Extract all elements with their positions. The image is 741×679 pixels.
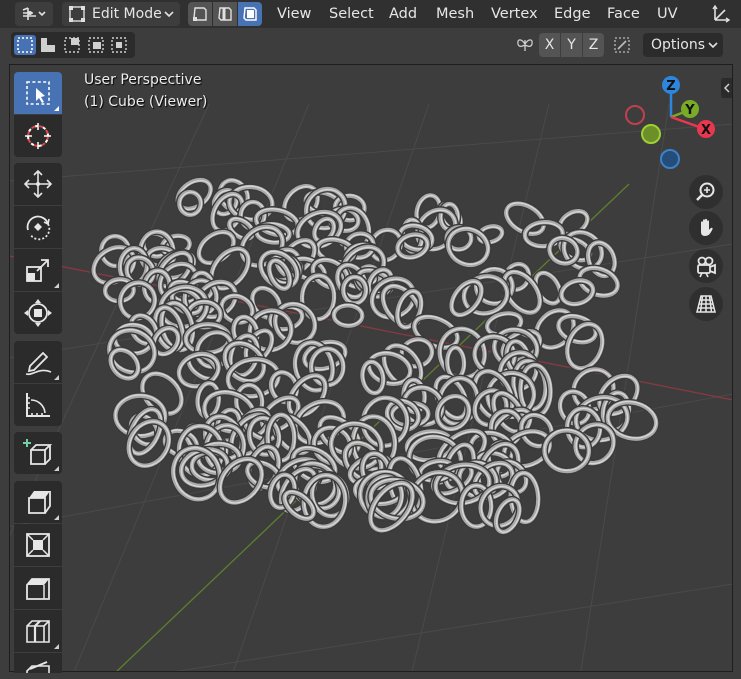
camera-icon xyxy=(697,256,716,278)
mirror-z-button[interactable]: Z xyxy=(583,33,604,57)
edge-select-button[interactable] xyxy=(213,2,237,26)
chevron-down-icon xyxy=(164,11,174,18)
gizmo-neg-y[interactable] xyxy=(641,124,661,144)
tool-knife[interactable] xyxy=(14,653,62,673)
perspective-label: User Perspective xyxy=(84,72,202,88)
tool-measure[interactable] xyxy=(14,384,62,426)
torus-mesh-cloud xyxy=(90,176,660,536)
transform-orientation-button[interactable] xyxy=(706,2,736,26)
chevron-down-icon xyxy=(708,42,718,49)
tool-extrude[interactable] xyxy=(14,481,62,523)
add-cube-icon xyxy=(23,439,53,465)
tool-bevel[interactable] xyxy=(14,567,62,609)
hand-icon xyxy=(701,218,713,236)
tool-cursor[interactable] xyxy=(14,115,62,157)
tool-move[interactable] xyxy=(14,163,62,205)
face-select-icon xyxy=(243,7,257,21)
mirror-x-button[interactable]: X xyxy=(539,33,560,57)
face-select-button[interactable] xyxy=(238,2,262,26)
scale-icon xyxy=(26,259,49,282)
gizmo-neg-z[interactable] xyxy=(660,149,680,169)
options-label: Options xyxy=(651,37,706,53)
vertex-select-icon xyxy=(193,7,207,21)
mirror-toggle[interactable] xyxy=(512,33,538,57)
grid-perspective-icon xyxy=(696,295,716,313)
menu-uv[interactable]: UV xyxy=(657,4,678,24)
butterfly-icon xyxy=(517,39,533,51)
editor-type-icon xyxy=(22,7,46,20)
menu-face[interactable]: Face xyxy=(607,4,640,24)
snap-toggle[interactable] xyxy=(609,33,635,57)
vertex-select-button[interactable] xyxy=(188,2,212,26)
menu-view[interactable]: View xyxy=(277,4,311,24)
tool-options-indicator xyxy=(54,644,59,649)
tool-transform[interactable] xyxy=(14,292,62,334)
chevron-left-icon xyxy=(723,83,730,93)
3d-viewport[interactable]: User Perspective (1) Cube (Viewer) Z Y X xyxy=(9,64,733,672)
gizmo-y-label: Y xyxy=(684,103,695,118)
tool-add-cube[interactable] xyxy=(14,432,62,474)
options-dropdown[interactable]: Options xyxy=(643,33,723,57)
move-icon xyxy=(23,169,53,199)
tool-select-box[interactable] xyxy=(14,72,62,114)
tool-loop-cut[interactable] xyxy=(14,610,62,652)
zoom-icon xyxy=(696,182,715,201)
gizmo-neg-x[interactable] xyxy=(625,105,645,125)
inset-icon xyxy=(26,533,50,557)
snap-icon xyxy=(614,37,630,53)
bevel-icon xyxy=(26,578,50,600)
tool-options-indicator xyxy=(54,515,59,520)
menu-mesh[interactable]: Mesh xyxy=(436,4,474,24)
transform-icon xyxy=(24,299,52,327)
tool-inset[interactable] xyxy=(14,524,62,566)
select-box-icon xyxy=(26,81,50,105)
tool-rotate[interactable] xyxy=(14,206,62,248)
extrude-icon xyxy=(28,491,51,514)
mode-dropdown[interactable]: Edit Mode xyxy=(62,2,180,26)
header-bar: Edit Mode View Select Add Mesh Vertex Ed… xyxy=(0,0,741,28)
navigation-gizmo[interactable]: Z Y X xyxy=(614,69,724,179)
ruler-icon xyxy=(26,393,50,417)
tool-options-indicator xyxy=(54,375,59,380)
object-label: (1) Cube (Viewer) xyxy=(84,94,208,110)
rotate-icon xyxy=(26,215,51,241)
menu-edge[interactable]: Edge xyxy=(554,4,591,24)
menu-add[interactable]: Add xyxy=(389,4,417,24)
menu-vertex[interactable]: Vertex xyxy=(491,4,538,24)
ortho-toggle-button[interactable] xyxy=(689,287,723,321)
tool-settings-bar: X Y Z Options xyxy=(0,28,741,64)
cursor-icon xyxy=(25,123,51,149)
menu-select[interactable]: Select xyxy=(329,4,374,24)
gizmo-x-label: X xyxy=(701,123,711,138)
pencil-icon xyxy=(25,351,52,376)
mirror-y-button[interactable]: Y xyxy=(561,33,582,57)
editor-type-button[interactable] xyxy=(15,2,53,26)
knife-icon xyxy=(26,661,50,673)
mode-label: Edit Mode xyxy=(92,6,162,22)
zoom-button[interactable] xyxy=(689,175,723,209)
select-mode-icons xyxy=(14,35,127,55)
edge-select-icon xyxy=(218,7,232,21)
tool-options-indicator xyxy=(54,283,59,288)
edit-mode-icon xyxy=(69,6,85,22)
transform-axes-icon xyxy=(712,4,731,23)
tool-scale[interactable] xyxy=(14,249,62,291)
grid-line xyxy=(169,583,733,672)
pan-button[interactable] xyxy=(689,211,723,245)
camera-view-button[interactable] xyxy=(689,249,723,283)
tool-options-indicator xyxy=(54,106,59,111)
loop-cut-icon xyxy=(26,620,50,643)
tool-options-indicator xyxy=(54,466,59,471)
sidebar-toggle[interactable] xyxy=(721,78,733,98)
tool-annotate[interactable] xyxy=(14,341,62,383)
select-mode-group xyxy=(11,32,135,58)
gizmo-z-label: Z xyxy=(666,79,675,94)
